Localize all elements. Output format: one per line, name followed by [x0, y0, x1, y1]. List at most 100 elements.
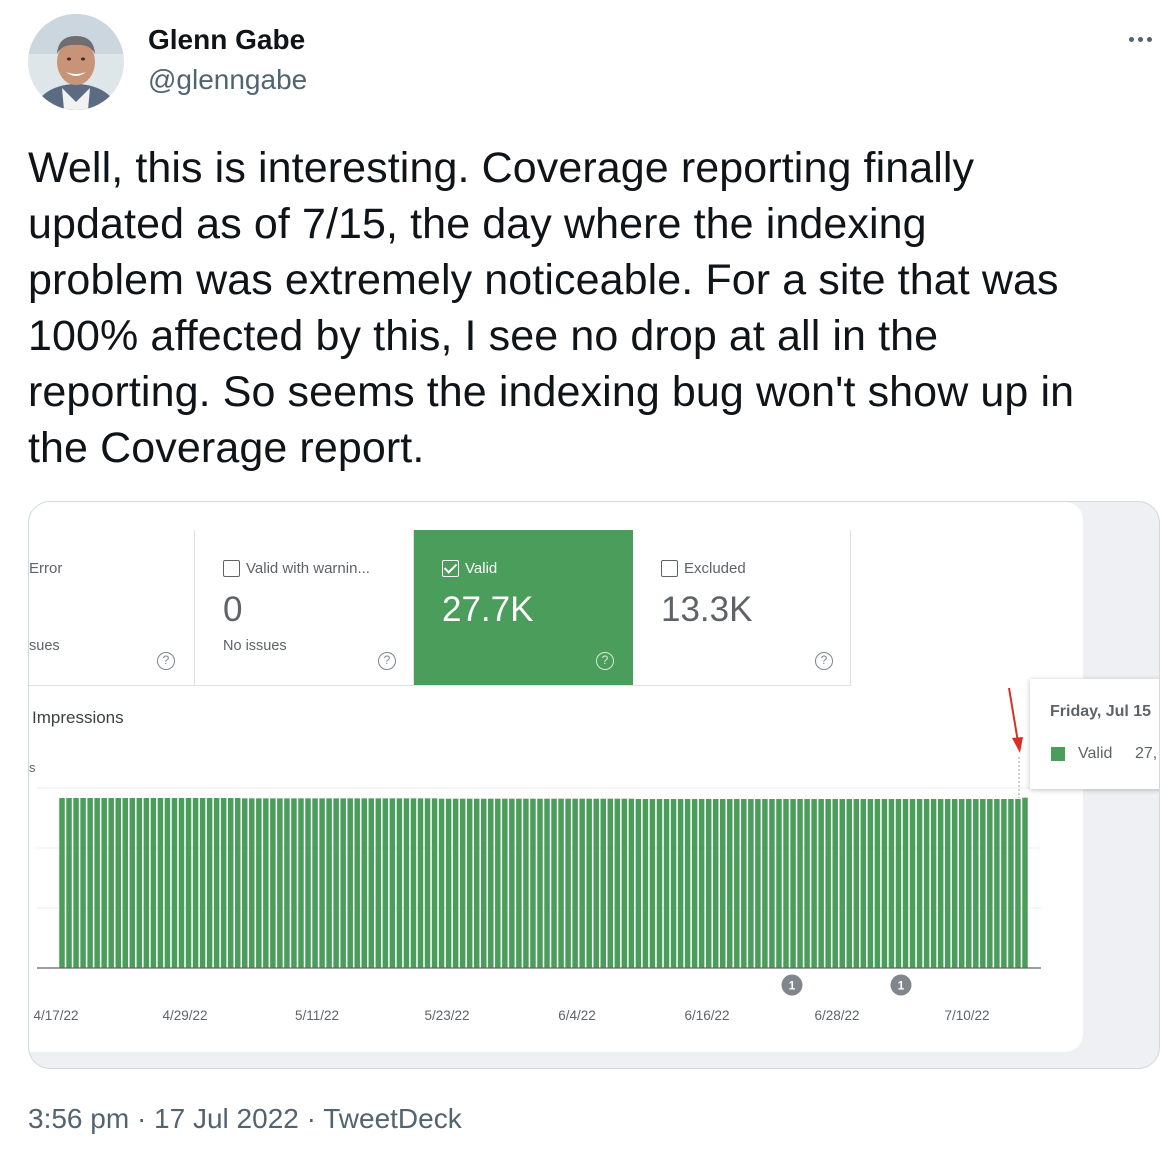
chart-bar [621, 798, 628, 968]
chart-bar [488, 798, 494, 968]
chart-bar [108, 798, 114, 968]
chart-bar [291, 798, 297, 968]
chart-bar [656, 799, 663, 968]
chart-bar [136, 798, 143, 968]
chart-bar [115, 798, 121, 968]
chart-bar [495, 798, 501, 968]
tooltip-date: Friday, Jul 15 [1050, 703, 1152, 720]
chart-bar [973, 799, 979, 968]
chart-bar [607, 798, 614, 968]
chart-bar [966, 799, 972, 968]
chart-bar [424, 798, 431, 968]
chart-bar [600, 798, 606, 968]
chart-bar [670, 799, 677, 968]
chart-bar [628, 798, 635, 968]
chart-bar [825, 799, 831, 968]
chart-bar [916, 799, 923, 968]
chart-bar [558, 798, 564, 968]
tweet-media[interactable]: Error sues ? Valid with warnin... 0 No i… [28, 501, 1160, 1069]
chart-bar [677, 799, 684, 968]
chart-bar [129, 798, 136, 968]
chart-bar [417, 798, 424, 968]
chart-bar [705, 799, 712, 968]
chart-bar [347, 798, 353, 968]
chart-bar [944, 799, 951, 968]
more-dot-icon [1128, 36, 1134, 42]
chart-bar [572, 798, 578, 968]
more-dot-icon [1146, 36, 1152, 42]
chart-bar [192, 798, 199, 968]
chart-bar [741, 799, 747, 968]
avatar[interactable] [28, 14, 124, 110]
x-tick-label: 6/4/22 [558, 1008, 596, 1023]
more-dot-icon [1137, 36, 1143, 42]
chart-bar [368, 798, 375, 968]
timestamp-link[interactable]: 3:56 pm · 17 Jul 2022 · TweetDeck [28, 1103, 462, 1134]
chart-bar [438, 798, 445, 968]
author-name[interactable]: Glenn Gabe [148, 24, 305, 56]
chart-bar [762, 799, 768, 968]
chart-bar [537, 798, 543, 968]
chart-bar [804, 799, 810, 968]
chart-bar [403, 798, 410, 968]
chart-bar [333, 798, 339, 968]
chart-bar [1008, 799, 1014, 968]
chart-bar [874, 799, 881, 968]
chart-bar [994, 799, 1000, 968]
chart-bar [466, 798, 473, 968]
chart-bar [185, 798, 192, 968]
chart-bar [987, 799, 993, 968]
chart-bar [199, 798, 206, 968]
x-tick-label: 4/17/22 [33, 1008, 78, 1023]
chart-bar [1015, 799, 1021, 968]
chart-bar [586, 798, 592, 968]
chart-bar [881, 799, 888, 968]
chart-bar [87, 798, 93, 968]
chart-bar [776, 799, 782, 968]
chart-bar [66, 798, 72, 968]
chart-bar [354, 798, 360, 968]
chart-bar [263, 798, 269, 968]
chart-bar [888, 799, 895, 968]
annotation-arrow [1008, 687, 1019, 743]
chart-bar [895, 799, 902, 968]
chart-bar [326, 798, 332, 968]
chart-bar [860, 799, 867, 968]
chart-bar [783, 799, 789, 968]
chart-bar [790, 799, 796, 968]
chart-bar [178, 798, 185, 968]
chart-bar [277, 798, 283, 968]
chart-bar [101, 798, 107, 968]
chart-bar [769, 799, 775, 968]
chart-bar [220, 798, 227, 968]
more-options-button[interactable] [1124, 24, 1156, 54]
chart-bar [937, 799, 944, 968]
chart-bar [452, 798, 459, 968]
tooltip-legend-swatch [1051, 747, 1065, 761]
chart-bar [80, 798, 86, 968]
chart-bar [122, 798, 129, 968]
chart-bar [312, 798, 318, 968]
chart-bar [523, 798, 529, 968]
chart-bar [748, 799, 754, 968]
author-handle[interactable]: @glenngabe [148, 64, 307, 96]
chart-bar [530, 798, 536, 968]
chart-bar [923, 799, 930, 968]
chart-bar [509, 798, 515, 968]
x-tick-label: 5/23/22 [424, 1008, 469, 1023]
chart-bar [832, 799, 838, 968]
chart-bar [242, 798, 248, 968]
chart-bar [396, 798, 403, 968]
chart-bar [797, 799, 803, 968]
chart-bar [150, 798, 157, 968]
chart-bar [755, 799, 761, 968]
chart-bar [340, 798, 346, 968]
annotation-arrow-head [1012, 737, 1023, 753]
chart-bar [712, 799, 719, 968]
annotation-badge-label: 1 [789, 979, 796, 993]
chart-bar [909, 799, 916, 968]
chart-bar [958, 799, 965, 968]
chart-bar [579, 798, 585, 968]
tooltip-series-name: Valid [1078, 745, 1113, 762]
chart-bar [375, 798, 382, 968]
